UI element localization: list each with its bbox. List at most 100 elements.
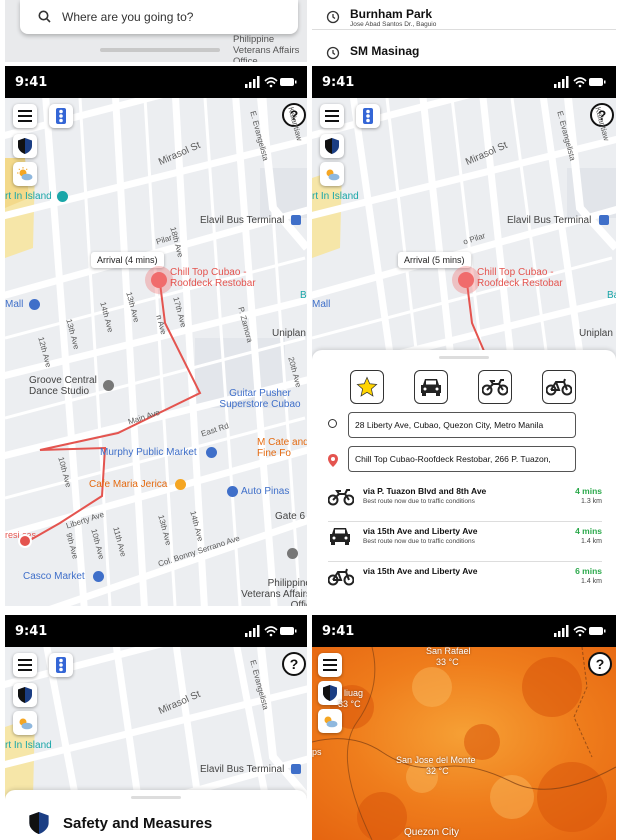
route-option[interactable]: via P. Tuazon Blvd and 8th Ave Best rout… bbox=[328, 484, 602, 522]
map-poi-label: Auto Pinas bbox=[241, 486, 290, 497]
recent-title: SM Masinag bbox=[350, 44, 420, 58]
status-icons bbox=[245, 624, 297, 642]
route-sheet: 28 Liberty Ave, Cubao, Quezon City, Metr… bbox=[312, 350, 616, 606]
safety-button[interactable] bbox=[13, 683, 37, 707]
map-panel-routes: 9:41 ? Mirasol St E. Evangelista Kalanti… bbox=[312, 66, 616, 606]
menu-icon bbox=[325, 110, 339, 122]
origin-marker bbox=[18, 534, 32, 548]
arrival-badge: Arrival (4 mins) bbox=[91, 252, 164, 268]
map-poi-label: Uniplan bbox=[272, 328, 306, 339]
menu-icon bbox=[18, 110, 32, 122]
menu-icon bbox=[323, 659, 337, 671]
car-mode-button[interactable] bbox=[414, 370, 448, 404]
sheet-handle[interactable] bbox=[439, 356, 489, 359]
map-temperature: 33 °C bbox=[436, 657, 459, 667]
weather-icon bbox=[326, 169, 340, 181]
shield-icon bbox=[18, 687, 32, 703]
map-panel-weather: 9:41 ? San Rafael 33 °C liuag 33 °C ps S… bbox=[312, 615, 616, 840]
bicycle-icon bbox=[328, 568, 354, 586]
weather-button[interactable] bbox=[13, 711, 37, 735]
destination-label: Chill Top Cubao - Roofdeck Restobar bbox=[170, 267, 256, 289]
route-via: via P. Tuazon Blvd and 8th Ave bbox=[363, 486, 487, 496]
map-poi-label: Ba bbox=[300, 290, 307, 301]
map-poi-label: M Cate and Fine Fo bbox=[257, 437, 307, 459]
cafe-icon bbox=[175, 479, 186, 490]
bus-icon bbox=[291, 215, 301, 225]
status-bar: 9:41 bbox=[312, 615, 616, 647]
map-poi-label: Groove Central Dance Studio bbox=[29, 375, 97, 397]
map-poi-label: rt In Island bbox=[5, 740, 52, 751]
poi-icon bbox=[29, 299, 40, 310]
map-poi-label: rt In Island bbox=[5, 191, 52, 202]
search-input[interactable]: Where are you going to? bbox=[62, 10, 193, 24]
weather-button[interactable] bbox=[13, 162, 37, 186]
status-time: 9:41 bbox=[15, 624, 48, 639]
route-option[interactable]: via 15th Ave and Liberty Ave 6 mins 1.4 … bbox=[328, 564, 602, 602]
search-icon bbox=[38, 10, 51, 28]
menu-button[interactable] bbox=[318, 653, 342, 677]
weather-button[interactable] bbox=[318, 709, 342, 733]
recent-title: Burnham Park bbox=[350, 7, 433, 21]
help-button[interactable]: ? bbox=[282, 652, 306, 676]
status-time: 9:41 bbox=[322, 75, 355, 90]
map-temperature: 33 °C bbox=[338, 699, 361, 709]
menu-button[interactable] bbox=[13, 104, 37, 128]
recent-item[interactable]: Burnham Park Jose Abad Santos Dr., Bagui… bbox=[312, 4, 616, 30]
safety-button[interactable] bbox=[320, 134, 344, 158]
origin-field[interactable]: 28 Liberty Ave, Cubao, Quezon City, Metr… bbox=[348, 412, 576, 438]
market-icon bbox=[206, 447, 217, 458]
star-icon bbox=[356, 376, 378, 397]
heat-map-background bbox=[312, 647, 616, 840]
status-bar: 9:41 bbox=[312, 66, 616, 98]
bus-icon bbox=[599, 215, 609, 225]
destination-field[interactable]: Chill Top Cubao-Roofdeck Restobar, 266 P… bbox=[348, 446, 576, 472]
map-poi-label: Cafe Maria Jerica bbox=[89, 479, 168, 490]
search-bar[interactable]: Where are you going to? bbox=[20, 0, 298, 34]
home-indicator bbox=[100, 48, 220, 52]
weather-icon bbox=[17, 167, 33, 181]
menu-button[interactable] bbox=[13, 653, 37, 677]
status-time: 9:41 bbox=[322, 624, 355, 639]
weather-button[interactable] bbox=[320, 162, 344, 186]
menu-button[interactable] bbox=[320, 104, 344, 128]
status-bar: 9:41 bbox=[5, 615, 307, 647]
poi-icon bbox=[103, 380, 114, 391]
map-panel-safety: 9:41 ? Mirasol St E. Evangelista rt In I… bbox=[5, 615, 307, 840]
route-note: Best route now due to traffic conditions bbox=[363, 538, 475, 545]
sheet-handle[interactable] bbox=[131, 796, 181, 799]
shield-icon bbox=[29, 812, 49, 834]
map-poi-label: Murphy Public Market bbox=[100, 447, 197, 458]
history-icon bbox=[326, 46, 340, 62]
status-time: 9:41 bbox=[15, 75, 48, 90]
motorcycle-icon bbox=[328, 489, 354, 506]
route-option[interactable]: via 15th Ave and Liberty Ave Best route … bbox=[328, 524, 602, 562]
route-note: Best route now due to traffic conditions bbox=[363, 498, 475, 505]
motorcycle-mode-button[interactable] bbox=[478, 370, 512, 404]
history-icon bbox=[326, 10, 340, 29]
status-icons bbox=[554, 624, 606, 642]
weather-icon bbox=[324, 716, 338, 728]
recent-item[interactable]: SM Masinag bbox=[312, 40, 616, 62]
traffic-button[interactable] bbox=[49, 653, 73, 677]
map-background bbox=[5, 98, 307, 606]
destination-label: Chill Top Cubao - Roofdeck Restobar bbox=[477, 267, 563, 289]
arrival-badge: Arrival (5 mins) bbox=[398, 252, 471, 268]
traffic-button[interactable] bbox=[356, 104, 380, 128]
traffic-button[interactable] bbox=[49, 104, 73, 128]
favorites-mode-button[interactable] bbox=[350, 370, 384, 404]
poi-icon bbox=[57, 191, 68, 202]
map-place-label: ps bbox=[312, 747, 322, 757]
car-icon bbox=[421, 379, 441, 396]
map-poi-label: Philippine Veterans Affairs Offic bbox=[241, 578, 307, 606]
status-icons bbox=[245, 75, 297, 93]
safety-button[interactable] bbox=[13, 134, 37, 158]
destination-marker[interactable] bbox=[458, 272, 474, 288]
help-button[interactable]: ? bbox=[588, 652, 612, 676]
bicycle-mode-button[interactable] bbox=[542, 370, 576, 404]
menu-icon bbox=[18, 659, 32, 671]
status-icons bbox=[554, 75, 606, 93]
destination-marker[interactable] bbox=[151, 272, 167, 288]
shield-icon bbox=[18, 138, 32, 154]
motorcycle-icon bbox=[482, 379, 508, 396]
map-poi-label: Gate 6 bbox=[275, 511, 306, 522]
